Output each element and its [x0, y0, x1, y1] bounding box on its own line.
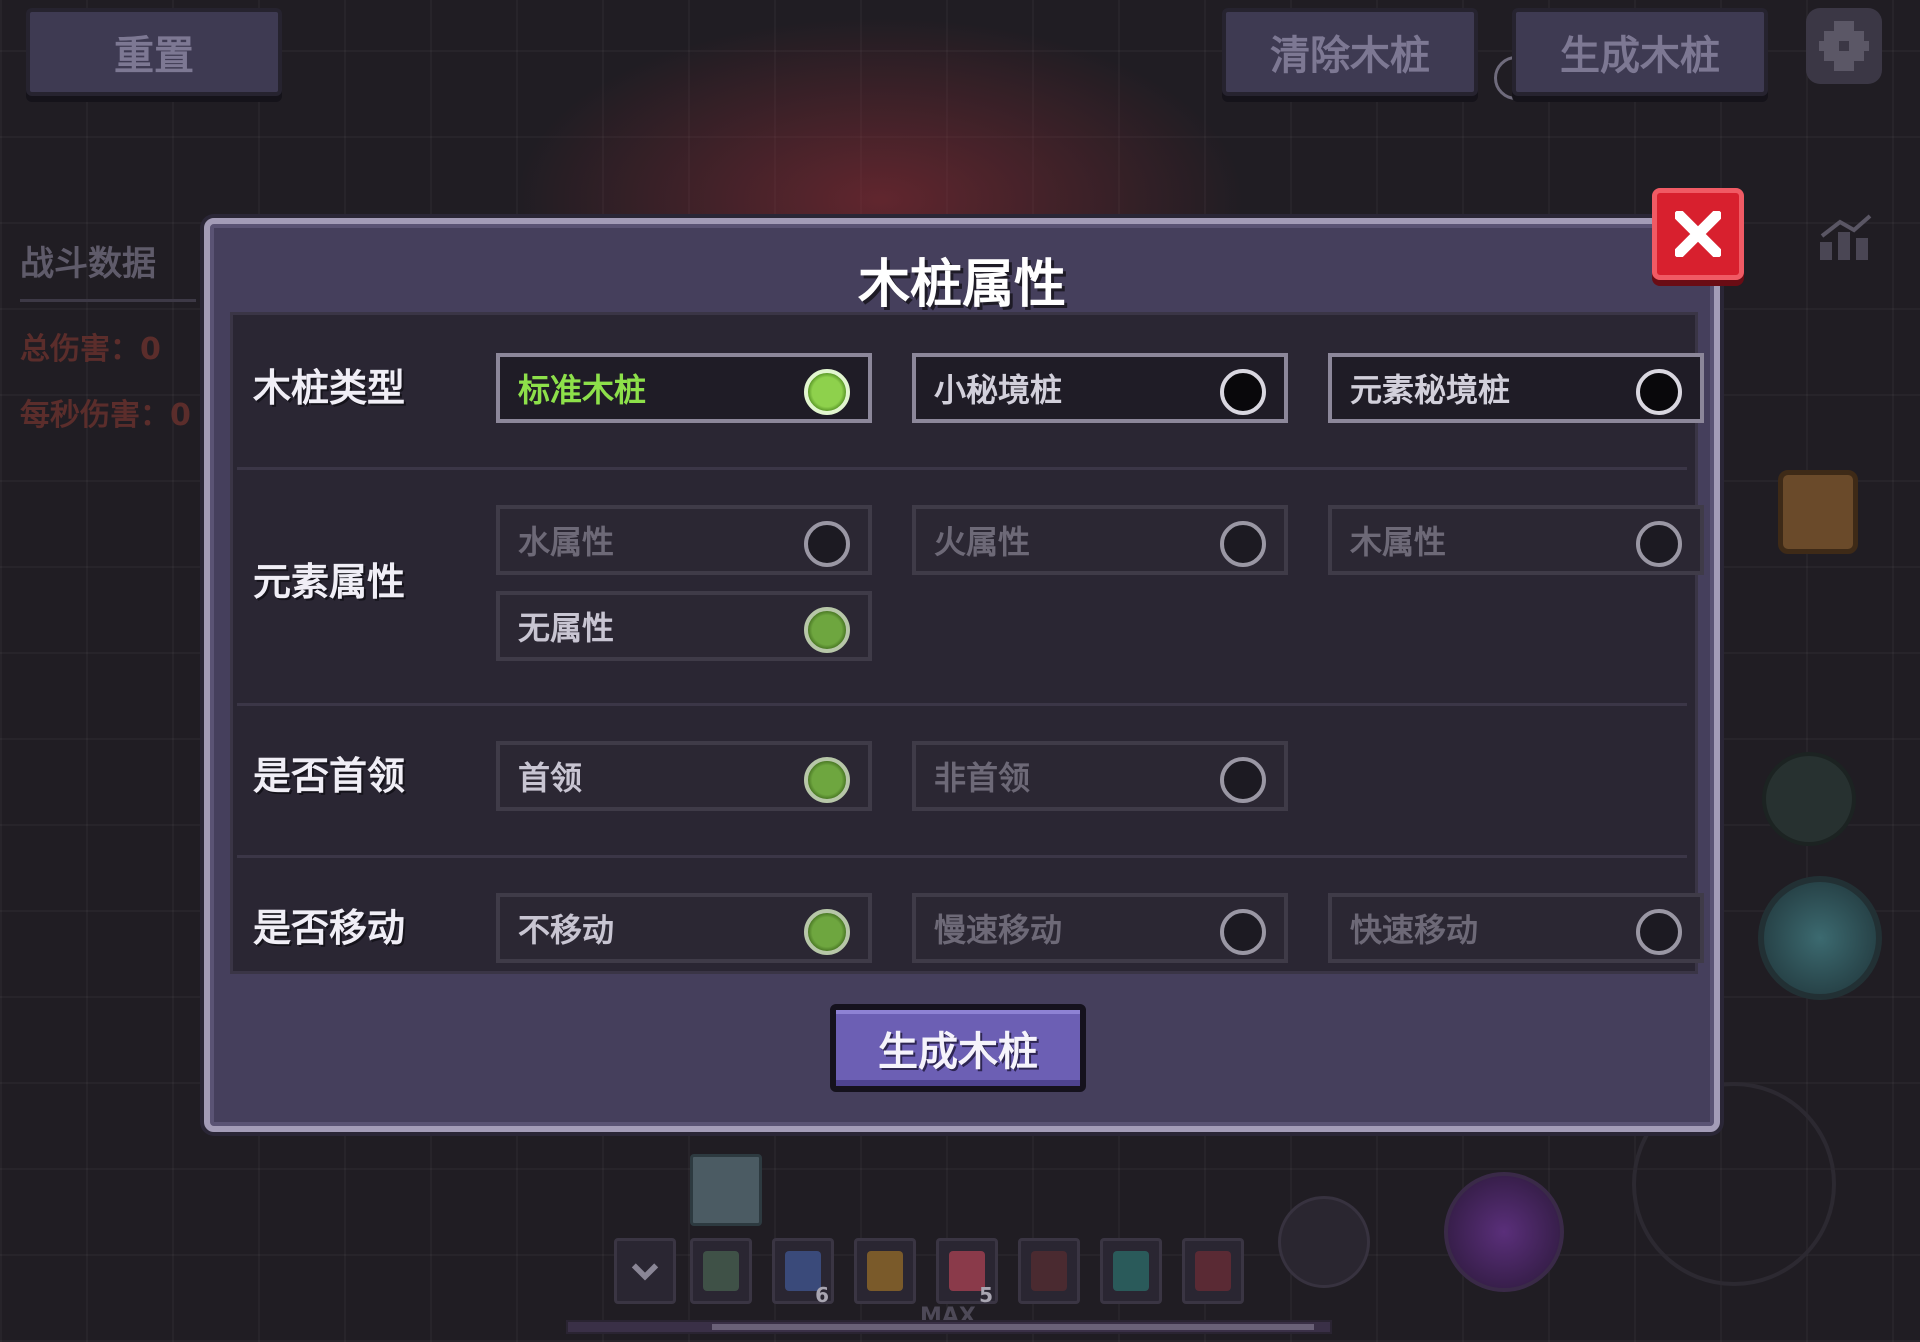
boss-label: 是否首领: [253, 754, 406, 798]
option-standard-stake[interactable]: 标准木桩: [496, 353, 872, 423]
option-slow-move[interactable]: 慢速移动: [912, 893, 1288, 963]
potion-icon[interactable]: [1278, 1196, 1370, 1288]
close-icon: [1675, 211, 1721, 257]
row-divider: [237, 855, 1687, 858]
slot-count: 5: [979, 1283, 993, 1307]
option-label: 非首领: [934, 759, 1031, 797]
radio-unselected-icon: [1636, 521, 1682, 567]
dps-text: 每秒伤害：0: [20, 398, 191, 433]
radio-unselected-icon: [1220, 909, 1266, 955]
hotbar-slot[interactable]: [1182, 1238, 1244, 1304]
option-no-move[interactable]: 不移动: [496, 893, 872, 963]
hotbar-slot[interactable]: [1018, 1238, 1080, 1304]
gear-icon: [1819, 21, 1869, 71]
battle-stats-title[interactable]: 战斗数据: [20, 236, 196, 302]
clear-stakes-button[interactable]: 清除木桩: [1222, 8, 1478, 96]
option-label: 不移动: [518, 911, 615, 949]
dialog-title: 木桩属性: [857, 255, 1066, 315]
spawn-stake-top-button[interactable]: 生成木桩: [1512, 8, 1768, 96]
option-element-realm-stake[interactable]: 元素秘境桩: [1328, 353, 1704, 423]
radio-unselected-icon: [1220, 521, 1266, 567]
close-button[interactable]: [1652, 188, 1744, 280]
option-label: 火属性: [934, 523, 1031, 561]
option-fire[interactable]: 火属性: [912, 505, 1288, 575]
xp-bar-fill: [712, 1324, 1314, 1330]
dash-skill-icon[interactable]: [1762, 752, 1856, 846]
hotbar-collapse-button[interactable]: [614, 1238, 676, 1304]
option-non-boss[interactable]: 非首领: [912, 741, 1288, 811]
element-label: 元素属性: [253, 560, 406, 604]
character-skill-icon[interactable]: [1444, 1172, 1564, 1292]
hotbar-slot[interactable]: [1100, 1238, 1162, 1304]
stake-type-label: 木桩类型: [253, 366, 406, 410]
option-label: 无属性: [518, 609, 615, 647]
slot-count: 6: [815, 1283, 829, 1307]
option-no-element[interactable]: 无属性: [496, 591, 872, 661]
radio-selected-icon: [804, 909, 850, 955]
radio-selected-icon: [804, 757, 850, 803]
option-label: 快速移动: [1350, 911, 1479, 949]
radio-selected-icon: [804, 607, 850, 653]
option-label: 元素秘境桩: [1350, 371, 1511, 409]
row-divider: [237, 467, 1687, 470]
stats-chart-icon[interactable]: [1818, 212, 1874, 262]
hotbar-slot[interactable]: [690, 1238, 752, 1304]
option-label: 慢速移动: [934, 911, 1063, 949]
spawn-stake-button[interactable]: 生成木桩: [830, 1004, 1086, 1092]
stake-properties-dialog: 木桩属性 木桩类型 标准木桩 小秘境桩 元素秘境桩 元素属性 水属性 火属性 木…: [204, 218, 1720, 1132]
total-damage-text: 总伤害：0: [20, 332, 161, 367]
backpack-icon[interactable]: [1778, 470, 1858, 554]
weapon-skill-icon[interactable]: [1758, 876, 1882, 1000]
radio-unselected-icon: [1636, 369, 1682, 415]
reset-button[interactable]: 重置: [26, 8, 282, 96]
xp-bar: [566, 1320, 1332, 1334]
option-small-realm-stake[interactable]: 小秘境桩: [912, 353, 1288, 423]
move-label: 是否移动: [253, 906, 406, 950]
settings-gear-icon[interactable]: [1806, 8, 1882, 84]
option-water[interactable]: 水属性: [496, 505, 872, 575]
option-label: 小秘境桩: [934, 371, 1063, 409]
pet-slot[interactable]: [690, 1154, 762, 1226]
option-label: 水属性: [518, 523, 615, 561]
option-label: 标准木桩: [518, 371, 647, 409]
radio-selected-icon: [804, 369, 850, 415]
chevron-down-icon: [631, 1263, 659, 1281]
option-boss[interactable]: 首领: [496, 741, 872, 811]
radio-unselected-icon: [1220, 757, 1266, 803]
hotbar-slot[interactable]: 6: [772, 1238, 834, 1307]
radio-unselected-icon: [1636, 909, 1682, 955]
radio-unselected-icon: [804, 521, 850, 567]
options-panel: 木桩类型 标准木桩 小秘境桩 元素秘境桩 元素属性 水属性 火属性 木属性 无属…: [230, 312, 1704, 974]
option-fast-move[interactable]: 快速移动: [1328, 893, 1704, 963]
row-divider: [237, 703, 1687, 706]
hotbar-slot[interactable]: [854, 1238, 916, 1304]
hotbar-slot[interactable]: 5: [936, 1238, 998, 1307]
option-wood[interactable]: 木属性: [1328, 505, 1704, 575]
option-label: 首领: [518, 759, 583, 797]
battle-stats-panel: 战斗数据 总伤害：0 每秒伤害：0: [20, 236, 196, 434]
radio-unselected-icon: [1220, 369, 1266, 415]
option-label: 木属性: [1350, 523, 1447, 561]
